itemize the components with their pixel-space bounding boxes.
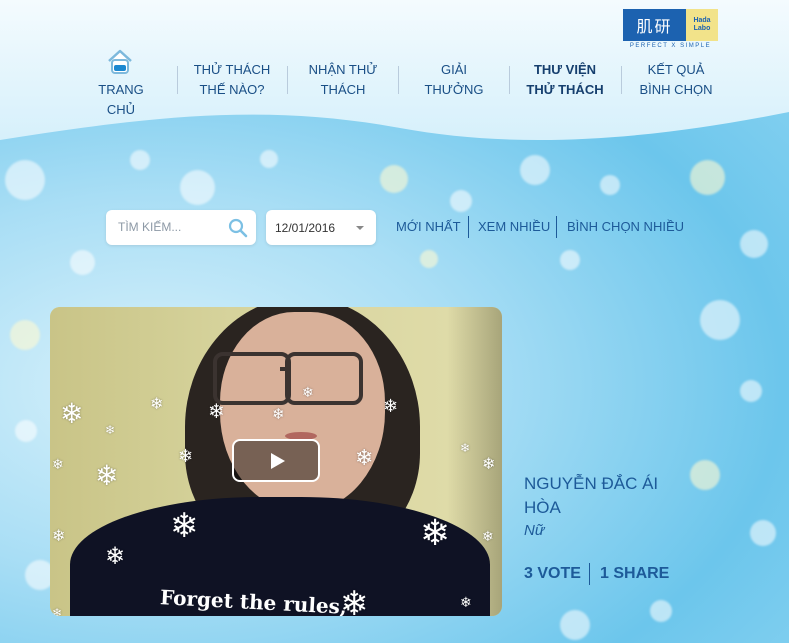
video-person-face [220,312,385,512]
nav-label: THẾ NÀO? [199,82,265,97]
snowflake-icon: ❄ [460,594,472,610]
stat-divider [589,563,590,585]
snowflake-icon: ❄ [105,543,126,570]
date-value: 12/01/2016 [275,221,336,235]
nav-label: TRANG CHỦ [98,82,144,117]
logo-hadalabo: Hada Labo [686,9,718,41]
nav-label: THƯ VIỆN [533,62,597,77]
filter-most-voted[interactable]: BÌNH CHỌN NHIỀU [567,219,684,234]
glasses-right [285,352,363,405]
snowflake-icon: ❄ [208,401,225,423]
nav-item-prizes[interactable]: GIẢI THƯỞNG [414,60,494,100]
nav-item-results[interactable]: KẾT QUẢ BÌNH CHỌN [634,60,718,100]
chevron-down-icon [356,226,364,230]
nav-item-home[interactable]: TRANG CHỦ [83,80,159,120]
nav-label: BÌNH CHỌN [639,82,713,97]
nav-divider [287,66,288,94]
snowflake-icon: ❄ [460,441,471,455]
nav-item-join[interactable]: NHẬN THỬ THÁCH [302,60,384,100]
snowflake-icon: ❄ [178,446,194,466]
entry-gender: Nữ [524,522,545,539]
nav-label: GIẢI [440,62,467,77]
nav-item-how[interactable]: THỬ THÁCH THẾ NÀO? [190,60,274,100]
nav-label: THÁCH [320,82,366,97]
nav-label: THỬ THÁCH [193,62,271,77]
entry-name-line: NGUYỄN ĐẮC ÁI [524,474,659,493]
filter-newest[interactable]: MỚI NHẤT [396,219,461,234]
snowflake-icon: ❄ [482,456,496,473]
glasses-left [213,352,291,405]
filter-most-viewed[interactable]: XEM NHIỀU [478,219,550,234]
nav-label: NHẬN THỬ [308,62,378,77]
date-select[interactable]: 12/01/2016 [266,210,376,245]
nav-divider [509,66,510,94]
nav-label: KẾT QUẢ [647,62,705,77]
logo-sub-1: Hada [693,17,711,24]
play-button[interactable] [232,439,320,482]
nav-label: THƯỞNG [424,82,484,97]
nav-item-library[interactable]: THƯ VIỆN THỬ THÁCH [520,60,610,100]
snowflake-icon: ❄ [60,398,84,429]
logo-sub-2: Labo [693,25,711,32]
nav-divider [398,66,399,94]
play-icon [271,453,285,469]
search-box [106,210,256,245]
snowflake-icon: ❄ [340,585,369,616]
filter-divider [556,216,557,238]
nav-label: THỬ THÁCH [526,82,604,97]
snowflake-icon: ❄ [383,396,399,416]
search-input[interactable] [116,219,230,235]
share-count[interactable]: 1 SHARE [600,565,669,583]
snowflake-icon: ❄ [302,384,314,400]
vote-count[interactable]: 3 VOTE [524,565,581,583]
entry-name-line: HÒA [524,498,561,517]
snowflake-icon: ❄ [272,406,285,423]
snowflake-icon: ❄ [355,445,374,470]
logo-tagline: PERFECT X SIMPLE [629,43,712,49]
filter-divider [468,216,469,238]
snowflake-icon: ❄ [52,456,64,472]
snowflake-icon: ❄ [482,528,494,544]
home-icon[interactable] [106,48,134,76]
search-icon[interactable] [228,218,248,238]
entry-name: NGUYỄN ĐẮC ÁI HÒA [524,472,674,520]
nav-divider [177,66,178,94]
snowflake-icon: ❄ [52,606,63,616]
brand-logo[interactable]: 肌研 Hada Labo PERFECT X SIMPLE [623,9,718,53]
nav-divider [621,66,622,94]
snowflake-icon: ❄ [105,423,116,437]
snowflake-icon: ❄ [95,460,119,491]
snowflake-icon: ❄ [52,528,66,545]
logo-mark: 肌研 [623,9,686,41]
glasses-bridge [280,367,290,371]
snowflake-icon: ❄ [170,507,199,545]
snowflake-icon: ❄ [420,512,451,553]
snowflake-icon: ❄ [150,396,164,413]
